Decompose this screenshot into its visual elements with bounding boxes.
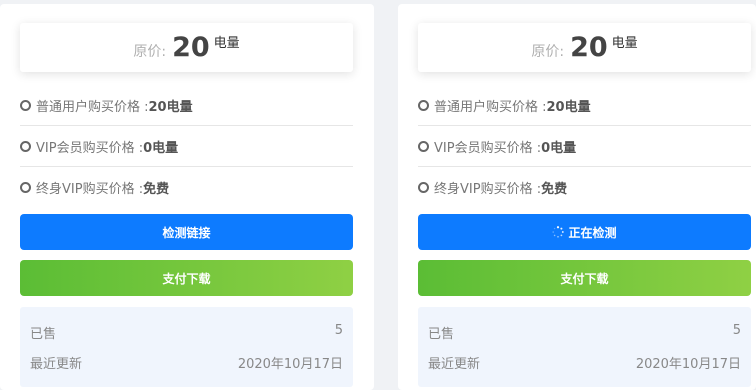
checking-button[interactable]: 正在检测 bbox=[418, 214, 751, 250]
spinner-icon bbox=[552, 226, 565, 238]
check-link-button[interactable]: 检测链接 bbox=[20, 214, 353, 250]
check-link-button-label: 检测链接 bbox=[162, 225, 211, 240]
stat-sold-value: 5 bbox=[732, 323, 741, 338]
circle-icon bbox=[20, 182, 31, 193]
circle-icon bbox=[418, 182, 429, 193]
price-row-regular: 普通用户购买价格 : 20电量 bbox=[418, 85, 751, 126]
stat-updated-label: 最近更新 bbox=[428, 357, 481, 372]
price-row-vip: VIP会员购买价格 : 0电量 bbox=[20, 126, 353, 167]
pay-download-button[interactable]: 支付下载 bbox=[20, 260, 353, 296]
price-unit: 电量 bbox=[213, 36, 240, 51]
stat-updated: 最近更新 2020年10月17日 bbox=[428, 353, 741, 372]
price-row-value: 免费 bbox=[143, 182, 170, 197]
price-row-lifetime-vip: 终身VIP购买价格 : 免费 bbox=[20, 167, 353, 208]
price-row-value: 免费 bbox=[541, 182, 568, 197]
stat-updated-value: 2020年10月17日 bbox=[635, 357, 741, 372]
price-row-value: 0电量 bbox=[143, 140, 179, 156]
circle-icon bbox=[20, 99, 31, 111]
stat-sold: 已售 5 bbox=[428, 323, 741, 342]
price-row-label: 普通用户购买价格 : bbox=[36, 99, 149, 115]
pay-download-button-label: 支付下载 bbox=[560, 271, 609, 286]
price-unit: 电量 bbox=[611, 36, 638, 51]
stat-sold-label: 已售 bbox=[428, 327, 455, 342]
stat-sold-value: 5 bbox=[334, 323, 343, 338]
price-value: 20 bbox=[172, 32, 210, 63]
price-box: 原价: 20 电量 bbox=[20, 23, 353, 72]
stats-panel: 已售 5 最近更新 2020年10月17日 bbox=[418, 307, 751, 387]
price-row-label: VIP会员购买价格 : bbox=[434, 140, 542, 156]
price-row-label: 终身VIP购买价格 : bbox=[434, 182, 542, 197]
stat-sold: 已售 5 bbox=[30, 323, 343, 342]
checking-button-label: 正在检测 bbox=[568, 225, 617, 240]
circle-icon bbox=[418, 99, 429, 111]
price-box: 原价: 20 电量 bbox=[418, 23, 751, 72]
circle-icon bbox=[418, 140, 429, 152]
price-row-vip: VIP会员购买价格 : 0电量 bbox=[418, 126, 751, 167]
pay-download-button[interactable]: 支付下载 bbox=[418, 260, 751, 296]
stat-updated-label: 最近更新 bbox=[30, 357, 83, 372]
price-label: 原价: bbox=[133, 43, 167, 60]
price-row-regular: 普通用户购买价格 : 20电量 bbox=[20, 85, 353, 126]
price-row-label: 普通用户购买价格 : bbox=[434, 99, 547, 115]
price-value: 20 bbox=[570, 32, 608, 63]
stat-updated: 最近更新 2020年10月17日 bbox=[30, 353, 343, 372]
price-row-value: 20电量 bbox=[546, 99, 591, 115]
stat-sold-label: 已售 bbox=[30, 327, 57, 342]
price-label: 原价: bbox=[531, 43, 565, 60]
product-card-left: 原价: 20 电量 普通用户购买价格 : 20电量 VIP会员购买价格 : 0电… bbox=[0, 4, 374, 390]
circle-icon bbox=[20, 140, 31, 152]
price-row-value: 0电量 bbox=[541, 140, 577, 156]
price-row-value: 20电量 bbox=[148, 99, 193, 115]
price-row-label: 终身VIP购买价格 : bbox=[36, 182, 144, 197]
price-row-label: VIP会员购买价格 : bbox=[36, 140, 144, 156]
stats-panel: 已售 5 最近更新 2020年10月17日 bbox=[20, 307, 353, 387]
pay-download-button-label: 支付下载 bbox=[162, 271, 211, 286]
stat-updated-value: 2020年10月17日 bbox=[237, 357, 343, 372]
price-row-lifetime-vip: 终身VIP购买价格 : 免费 bbox=[418, 167, 751, 208]
product-card-right: 原价: 20 电量 普通用户购买价格 : 20电量 VIP会员购买价格 : 0电… bbox=[398, 4, 756, 390]
